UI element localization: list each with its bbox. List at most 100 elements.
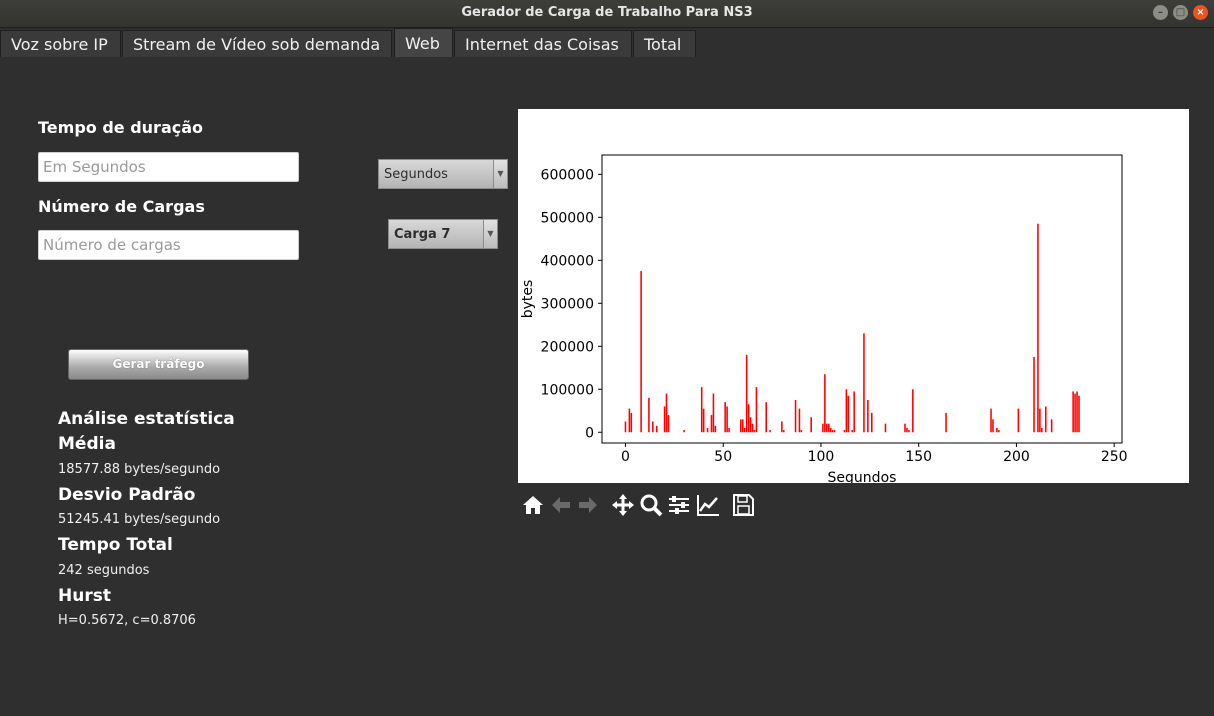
bar — [884, 423, 887, 433]
bar — [800, 430, 803, 433]
bar — [769, 430, 771, 433]
bar — [845, 389, 848, 433]
stats-heading: Análise estatística — [58, 409, 235, 429]
zoom-icon[interactable] — [638, 492, 664, 518]
back-arrow-icon[interactable] — [548, 492, 574, 518]
bar — [741, 419, 744, 433]
bar — [847, 395, 850, 433]
bar — [998, 430, 1000, 433]
bar — [648, 397, 650, 433]
bar — [810, 417, 812, 433]
bar — [667, 415, 670, 433]
y-tick-label: 400000 — [541, 253, 594, 269]
bar — [652, 421, 654, 433]
x-tick-label: 200 — [1003, 449, 1030, 465]
bar — [749, 417, 752, 433]
bar — [740, 419, 742, 433]
total-time-value: 242 segundos — [58, 563, 150, 578]
bar — [753, 430, 756, 433]
forward-arrow-icon[interactable] — [575, 492, 601, 518]
bar — [990, 408, 992, 433]
bar — [867, 400, 869, 433]
tab-iot[interactable]: Internet das Coisas — [454, 30, 632, 57]
mean-value: 18577.88 bytes/segundo — [58, 462, 221, 477]
unit-select-value: Segundos — [384, 167, 448, 182]
window-titlebar: Gerador de Carga de Trabalho Para NS3 – … — [0, 0, 1214, 28]
bar — [628, 408, 631, 433]
y-axis-label: bytes — [520, 280, 536, 319]
x-tick-label: 100 — [808, 449, 835, 465]
minimize-icon[interactable]: – — [1153, 5, 1168, 20]
bar — [710, 415, 713, 433]
bar — [1041, 427, 1043, 433]
chart-canvas[interactable]: 0 50 100 150 200 250 0 100000 200000 300000 400000… — [518, 109, 1189, 486]
bar — [824, 374, 826, 433]
bar-chart: 0 50 100 150 200 250 0 100000 200000 300000 400000… — [520, 154, 1128, 486]
bar — [663, 406, 666, 433]
tab-total[interactable]: Total — [633, 30, 696, 57]
bar — [1017, 408, 1020, 433]
bar — [827, 423, 830, 433]
bar — [996, 427, 998, 433]
duration-input[interactable] — [38, 152, 299, 182]
plot-frame — [601, 154, 1123, 444]
bar — [783, 430, 785, 433]
x-tick-label: 50 — [714, 449, 732, 465]
bar — [726, 406, 728, 433]
std-label: Desvio Padrão — [58, 485, 196, 505]
maximize-icon[interactable]: □ — [1173, 5, 1188, 20]
bar — [822, 423, 824, 433]
bar — [831, 430, 834, 433]
bar — [706, 427, 709, 433]
bar — [1074, 393, 1076, 433]
generate-traffic-button[interactable]: Gerar tráfego — [68, 349, 249, 380]
bar — [904, 423, 906, 433]
edit-axes-icon[interactable] — [695, 492, 721, 518]
window-title: Gerador de Carga de Trabalho Para NS3 — [461, 5, 753, 20]
y-tick-label: 500000 — [541, 210, 594, 226]
bar — [798, 408, 801, 433]
bar — [794, 400, 797, 433]
std-value: 51245.41 bytes/segundo — [58, 512, 221, 527]
load-select-value: Carga 7 — [394, 227, 451, 242]
bar — [765, 402, 767, 433]
load-select[interactable]: Carga 7 ▼ — [388, 219, 498, 249]
y-tick-label: 0 — [585, 425, 594, 441]
bar — [724, 402, 726, 433]
x-axis-label: Segundos — [828, 470, 897, 483]
bar — [833, 430, 836, 433]
bar — [655, 425, 658, 433]
bar — [728, 427, 730, 433]
bar — [640, 271, 642, 433]
bar — [906, 427, 908, 433]
bar — [781, 421, 783, 433]
close-icon[interactable]: × — [1193, 5, 1208, 20]
duration-label: Tempo de duração — [38, 118, 204, 137]
bar — [1033, 357, 1035, 433]
bar — [863, 333, 865, 433]
save-icon[interactable] — [730, 492, 756, 518]
pan-icon[interactable] — [610, 492, 636, 518]
bar — [992, 419, 994, 433]
y-tick-label: 100000 — [541, 382, 594, 398]
bar — [743, 427, 746, 433]
tab-voip[interactable]: Voz sobre IP — [0, 30, 121, 57]
bar — [1044, 406, 1047, 433]
loads-input[interactable] — [38, 230, 299, 260]
bar — [945, 412, 947, 433]
tab-video-stream[interactable]: Stream de Vídeo sob demanda — [122, 30, 392, 57]
bar — [1076, 391, 1078, 433]
bar — [700, 387, 703, 433]
bar — [665, 393, 668, 433]
chevron-down-icon: ▼ — [493, 160, 507, 188]
hurst-value: H=0.5672, c=0.8706 — [58, 613, 196, 628]
loads-label: Número de Cargas — [38, 197, 205, 216]
subplots-config-icon[interactable] — [666, 492, 692, 518]
tab-web[interactable]: Web — [394, 28, 453, 57]
y-tick-label: 600000 — [541, 167, 594, 183]
home-icon[interactable] — [520, 492, 546, 518]
unit-select[interactable]: Segundos ▼ — [378, 159, 508, 189]
bar — [829, 427, 832, 433]
bar — [745, 354, 748, 433]
chevron-down-icon: ▼ — [483, 220, 497, 248]
